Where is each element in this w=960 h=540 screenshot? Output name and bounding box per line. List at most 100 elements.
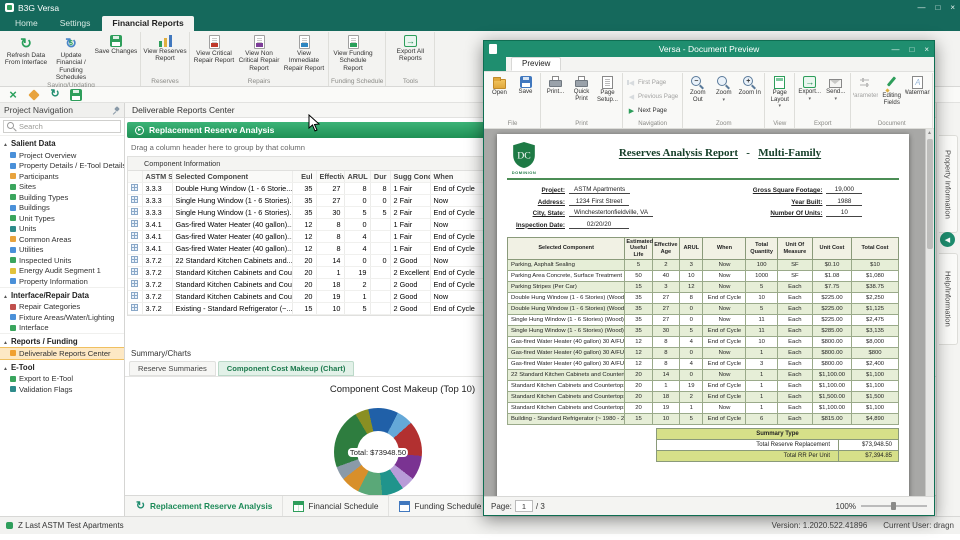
tab-reserve-summaries[interactable]: Reserve Summaries xyxy=(129,361,216,376)
editing-fields-button[interactable]: Editing Fields xyxy=(879,74,904,119)
print-button[interactable]: Print... xyxy=(543,74,568,119)
pin-icon[interactable] xyxy=(111,106,120,115)
row-detail-icon[interactable] xyxy=(131,220,138,227)
sidebar-section-e-tool[interactable]: E-Tool xyxy=(0,359,124,374)
save-button[interactable] xyxy=(70,89,82,101)
column-header-arul[interactable]: ARUL xyxy=(344,171,370,183)
view-reserves-report-button[interactable]: View Reserves Report xyxy=(143,33,187,77)
sidebar-section-interface-repair-data[interactable]: Interface/Repair Data xyxy=(0,287,124,302)
clear-button[interactable] xyxy=(5,87,21,103)
sidebar-item-unit-types[interactable]: Unit Types xyxy=(0,213,124,224)
row-detail-icon[interactable] xyxy=(131,292,138,299)
column-header-dur[interactable]: Dur xyxy=(370,171,390,183)
sidebar-item-fixture-areas-water-lighting[interactable]: Fixture Areas/Water/Lighting xyxy=(0,312,124,323)
sidebar-section-reports-funding[interactable]: Reports / Funding xyxy=(0,333,124,348)
row-detail-icon[interactable] xyxy=(131,184,138,191)
quick-print-button[interactable]: Quick Print xyxy=(569,74,594,119)
maximize-icon[interactable]: □ xyxy=(935,3,940,12)
previous-page-button[interactable]: Previous Page xyxy=(625,90,680,103)
sidebar-item-utilities[interactable]: Utilities xyxy=(0,245,124,256)
close-icon[interactable]: × xyxy=(950,3,955,12)
row-detail-icon[interactable] xyxy=(131,304,138,311)
sidebar-section-salient-data[interactable]: Salient Data xyxy=(0,135,124,150)
close-icon[interactable]: × xyxy=(924,45,929,54)
tab-funding-schedule[interactable]: Funding Schedule xyxy=(389,496,492,516)
sidebar-item-property-information[interactable]: Property Information xyxy=(0,276,124,287)
column-header-effective-age[interactable]: Effective Age xyxy=(316,171,344,183)
tab-financial-schedule[interactable]: Financial Schedule xyxy=(283,496,389,516)
scrollbar-thumb[interactable] xyxy=(927,139,933,249)
row-detail-icon[interactable] xyxy=(131,244,138,251)
tab-component-cost-makeup[interactable]: Component Cost Makeup (Chart) xyxy=(218,361,355,376)
sidebar-item-building-types[interactable]: Building Types xyxy=(0,192,124,203)
sidebar-item-project-overview[interactable]: Project Overview xyxy=(0,150,124,161)
next-page-button[interactable]: Next Page xyxy=(625,104,680,117)
column-header-sugg-cond[interactable]: Sugg Cond xyxy=(390,171,430,183)
column-header-eul[interactable]: Eul xyxy=(292,171,316,183)
export-button[interactable]: Export...▾ xyxy=(797,74,822,119)
watermark-button[interactable]: Watermark xyxy=(905,74,930,119)
tab-replacement-reserve-analysis[interactable]: Replacement Reserve Analysis xyxy=(125,496,283,516)
maximize-icon[interactable]: □ xyxy=(909,45,914,54)
report-header-row: Selected ComponentEstimated Useful LifeE… xyxy=(508,238,899,260)
tab-financial-reports[interactable]: Financial Reports xyxy=(102,16,193,31)
open-button[interactable]: Open xyxy=(487,74,512,119)
row-detail-icon[interactable] xyxy=(131,208,138,215)
sidebar-item-participants[interactable]: Participants xyxy=(0,171,124,182)
app-menu-button[interactable] xyxy=(484,56,506,71)
column-header-selected-component[interactable]: Selected Component xyxy=(172,171,292,183)
tab-settings[interactable]: Settings xyxy=(50,16,101,31)
row-detail-icon[interactable] xyxy=(131,196,138,203)
page-setup-button[interactable]: Page Setup... xyxy=(595,74,620,119)
view-immediate-repair-report-button[interactable]: View Immediate Repair Report xyxy=(282,33,326,77)
sidebar-item-interface[interactable]: Interface xyxy=(0,323,124,334)
tab-property-information[interactable]: Property Information xyxy=(939,135,958,233)
save-button[interactable]: Save xyxy=(513,74,538,119)
update-financial-funding-schedules-button[interactable]: Update Financial / Funding Schedules xyxy=(49,33,93,81)
group-label: Print xyxy=(543,119,620,128)
zoom-slider[interactable] xyxy=(861,505,927,507)
sidebar-item-property-details-e-tool-details[interactable]: Property Details / E-Tool Details xyxy=(0,161,124,172)
zoom-button[interactable]: Zoom▾ xyxy=(711,74,736,119)
refresh-button[interactable] xyxy=(47,87,63,103)
navigation-tree: Salient DataProject OverviewProperty Det… xyxy=(0,135,124,516)
zoom-in-button[interactable]: Zoom In xyxy=(737,74,762,119)
refresh-data-from-interface-button[interactable]: Refresh Data From Interface xyxy=(4,33,48,81)
zoom-out-button[interactable]: Zoom Out xyxy=(685,74,710,119)
row-detail-icon[interactable] xyxy=(131,268,138,275)
page-number-input[interactable]: 1 xyxy=(515,500,533,512)
page-layout-button[interactable]: Page Layout▾ xyxy=(767,74,792,119)
tab-preview[interactable]: Preview xyxy=(511,57,561,71)
row-detail-icon[interactable] xyxy=(131,280,138,287)
sidebar-item-common-areas[interactable]: Common Areas xyxy=(0,234,124,245)
sidebar-item-energy-audit-segment-1[interactable]: Energy Audit Segment 1 xyxy=(0,266,124,277)
minimize-icon[interactable]: — xyxy=(891,45,899,54)
dock-flyout-button[interactable]: ◀ xyxy=(940,232,955,247)
zoom-slider-thumb[interactable] xyxy=(891,502,896,510)
export-all-reports-button[interactable]: Export All Reports xyxy=(388,33,432,77)
row-detail-icon[interactable] xyxy=(131,256,138,263)
tab-home[interactable]: Home xyxy=(5,16,48,31)
view-funding-schedule-report-button[interactable]: View Funding Schedule Report xyxy=(331,33,375,77)
sidebar-item-validation-flags[interactable]: Validation Flags xyxy=(0,384,124,395)
view-non-critical-repair-report-button[interactable]: View Non Critical Repair Report xyxy=(237,33,281,77)
search-input[interactable]: Search xyxy=(3,120,121,133)
sidebar-item-export-to-e-tool[interactable]: Export to E-Tool xyxy=(0,374,124,385)
save-changes-button[interactable]: Save Changes xyxy=(94,33,138,81)
column-header-astm-section[interactable]: ASTM Section xyxy=(142,171,172,183)
vertical-scrollbar[interactable] xyxy=(925,129,934,496)
first-page-button[interactable]: First Page xyxy=(625,76,680,89)
minimize-icon[interactable]: — xyxy=(917,3,925,12)
send-button[interactable]: Send...▾ xyxy=(823,74,848,119)
tab-help-information[interactable]: Help/Information xyxy=(939,253,958,345)
sidebar-item-deliverable-reports-center[interactable]: Deliverable Reports Center xyxy=(0,348,124,359)
row-detail-icon[interactable] xyxy=(131,232,138,239)
sidebar-item-units[interactable]: Units xyxy=(0,224,124,235)
sidebar-item-repair-categories[interactable]: Repair Categories xyxy=(0,302,124,313)
parameters-button[interactable]: Parameters xyxy=(853,74,878,119)
view-critical-repair-report-button[interactable]: View Critical Repair Report xyxy=(192,33,236,77)
sidebar-item-inspected-units[interactable]: Inspected Units xyxy=(0,255,124,266)
sidebar-item-buildings[interactable]: Buildings xyxy=(0,203,124,214)
warning-button[interactable] xyxy=(28,89,40,101)
sidebar-item-sites[interactable]: Sites xyxy=(0,182,124,193)
